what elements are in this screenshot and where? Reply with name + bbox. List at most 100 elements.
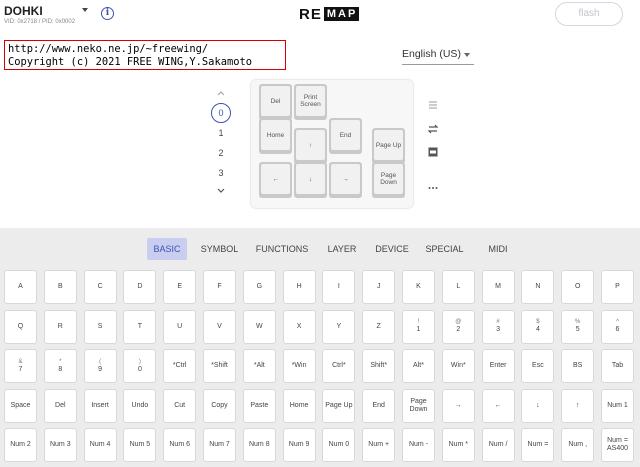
keycode-button[interactable]: Page Down [402, 388, 435, 423]
more-icon[interactable] [427, 182, 439, 194]
keycode-button[interactable]: C [83, 270, 117, 304]
tab-symbol[interactable]: SYMBOL [197, 238, 242, 260]
keycode-button[interactable]: % 5 [561, 309, 595, 344]
tab-functions[interactable]: FUNCTIONS [253, 238, 311, 260]
device-selector[interactable]: DOHKI VID: 0x2718 / PID: 0x0002 [4, 4, 75, 25]
keycode-button[interactable]: * 8 [43, 349, 77, 384]
keycode-button[interactable]: Ctrl* [322, 349, 356, 384]
keycode-button[interactable]: ) 0 [123, 349, 157, 384]
keycode-button[interactable]: Copy [203, 388, 236, 423]
keycode-button[interactable]: Num 7 [203, 428, 236, 463]
keycode-button[interactable]: Home [282, 388, 316, 423]
language-select[interactable]: English (US) [402, 48, 474, 65]
keycode-button[interactable]: X [282, 309, 316, 344]
keycode-button[interactable]: Page Up [322, 388, 356, 423]
info-icon[interactable]: i [101, 7, 114, 20]
layer-1[interactable]: 1 [211, 128, 231, 138]
key-del[interactable]: Del [259, 84, 292, 120]
keycode-button[interactable]: O [561, 270, 595, 304]
keycode-button[interactable]: Enter [481, 349, 515, 384]
keycode-button[interactable]: @2 [441, 309, 475, 344]
key-down[interactable]: ↓ [294, 162, 327, 198]
key-print-screen[interactable]: Print Screen [294, 84, 327, 120]
layer-0[interactable]: 0 [211, 103, 231, 123]
keycode-button[interactable]: Alt* [402, 349, 435, 384]
keycode-button[interactable]: ! 1 [402, 309, 435, 344]
tab-layer[interactable]: LAYER [322, 238, 362, 260]
keycode-button[interactable]: & 7 [4, 349, 37, 384]
keycode-button[interactable]: Undo [123, 388, 157, 423]
keycode-button[interactable]: W [242, 309, 276, 344]
keycode-button[interactable]: A [4, 270, 37, 304]
key-end[interactable]: End [329, 118, 362, 154]
tab-basic[interactable]: BASIC [147, 238, 187, 260]
keycode-button[interactable]: Del [43, 388, 77, 423]
keycode-button[interactable]: Num 5 [123, 428, 157, 463]
keycode-button[interactable]: Insert [83, 388, 117, 423]
layer-2[interactable]: 2 [211, 148, 231, 158]
keycode-button[interactable]: Num 8 [242, 428, 276, 463]
keycode-button[interactable]: Num 3 [43, 428, 77, 463]
key-page-up[interactable]: Page Up [372, 128, 405, 164]
keycode-button[interactable]: D [123, 270, 157, 304]
key-right[interactable]: → [329, 162, 362, 198]
keycode-button[interactable]: Q [4, 309, 37, 344]
keycode-button[interactable]: E [163, 270, 197, 304]
keycode-button[interactable]: Tab [601, 349, 634, 384]
key-up[interactable]: ↑ [294, 128, 327, 164]
keycode-button[interactable]: Num = AS400 [601, 428, 634, 463]
keycode-button[interactable]: → [441, 388, 475, 423]
keycode-button[interactable]: F [203, 270, 236, 304]
keycode-button[interactable]: Paste [242, 388, 276, 423]
keycode-button[interactable]: Num 9 [282, 428, 316, 463]
keycode-button[interactable]: Num 2 [4, 428, 37, 463]
key-page-down[interactable]: Page Down [372, 162, 405, 198]
keycode-button[interactable]: Space [4, 388, 37, 423]
keycode-button[interactable]: M [481, 270, 515, 304]
tab-device[interactable]: DEVICE [372, 238, 412, 260]
keycode-button[interactable]: Num 1 [601, 388, 634, 423]
keycode-button[interactable]: V [203, 309, 236, 344]
keycode-button[interactable]: ← [481, 388, 515, 423]
keycode-button[interactable]: Num , [561, 428, 595, 463]
keycode-button[interactable]: J [362, 270, 396, 304]
keycode-button[interactable]: Num = [521, 428, 555, 463]
keycode-button[interactable]: ↓ [521, 388, 555, 423]
pdf-icon[interactable] [427, 146, 439, 158]
keycode-button[interactable]: Num 0 [322, 428, 356, 463]
keycode-button[interactable]: *Win [282, 349, 316, 384]
keycode-button[interactable]: Num / [481, 428, 515, 463]
chevron-down-icon[interactable] [82, 8, 88, 12]
keycode-button[interactable]: ↑ [561, 388, 595, 423]
keycode-button[interactable]: Cut [163, 388, 197, 423]
keycode-button[interactable]: (9 [83, 349, 117, 384]
keycode-button[interactable]: B [43, 270, 77, 304]
keycode-button[interactable]: S [83, 309, 117, 344]
keycode-button[interactable]: Num * [441, 428, 475, 463]
keycode-button[interactable]: Y [322, 309, 356, 344]
keycode-button[interactable]: BS [561, 349, 595, 384]
keycode-button[interactable]: Num 4 [83, 428, 117, 463]
keycode-button[interactable]: Esc [521, 349, 555, 384]
keycode-button[interactable]: Shift* [362, 349, 396, 384]
lines-icon[interactable] [427, 99, 439, 111]
keycode-button[interactable]: Num + [362, 428, 396, 463]
swap-icon[interactable] [427, 123, 439, 135]
keycode-button[interactable]: Num 6 [163, 428, 197, 463]
keycode-button[interactable]: L [441, 270, 475, 304]
keycode-button[interactable]: I [322, 270, 356, 304]
keycode-button[interactable]: N [521, 270, 555, 304]
keycode-button[interactable]: #3 [481, 309, 515, 344]
tab-special[interactable]: SPECIAL [422, 238, 467, 260]
keycode-button[interactable]: Win* [441, 349, 475, 384]
keycode-button[interactable]: R [43, 309, 77, 344]
keycode-button[interactable]: G [242, 270, 276, 304]
keycode-button[interactable]: ^ 6 [601, 309, 634, 344]
flash-button[interactable]: flash [555, 2, 623, 26]
keycode-button[interactable]: U [163, 309, 197, 344]
key-home[interactable]: Home [259, 118, 292, 154]
keycode-button[interactable]: $4 [521, 309, 555, 344]
keycode-button[interactable]: Num - [402, 428, 435, 463]
keycode-button[interactable]: End [362, 388, 396, 423]
keycode-button[interactable]: *Shift [203, 349, 236, 384]
